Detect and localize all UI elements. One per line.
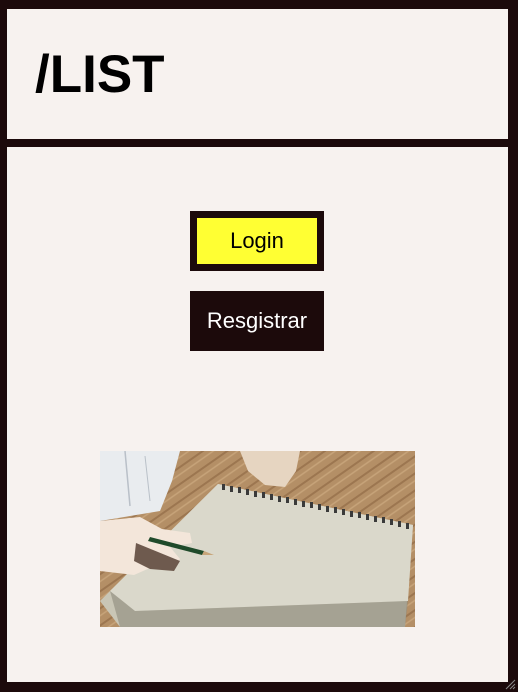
app-window: /LIST Login Resgistrar	[0, 0, 518, 692]
sketchbook-illustration	[100, 451, 415, 627]
resize-grip-icon[interactable]	[504, 678, 516, 690]
main-content: Login Resgistrar	[7, 147, 508, 682]
logo: /LIST	[35, 45, 165, 104]
sketchbook-drawing-image	[100, 451, 415, 627]
header: /LIST	[7, 9, 508, 139]
login-button[interactable]: Login	[190, 211, 324, 271]
register-button[interactable]: Resgistrar	[190, 291, 324, 351]
